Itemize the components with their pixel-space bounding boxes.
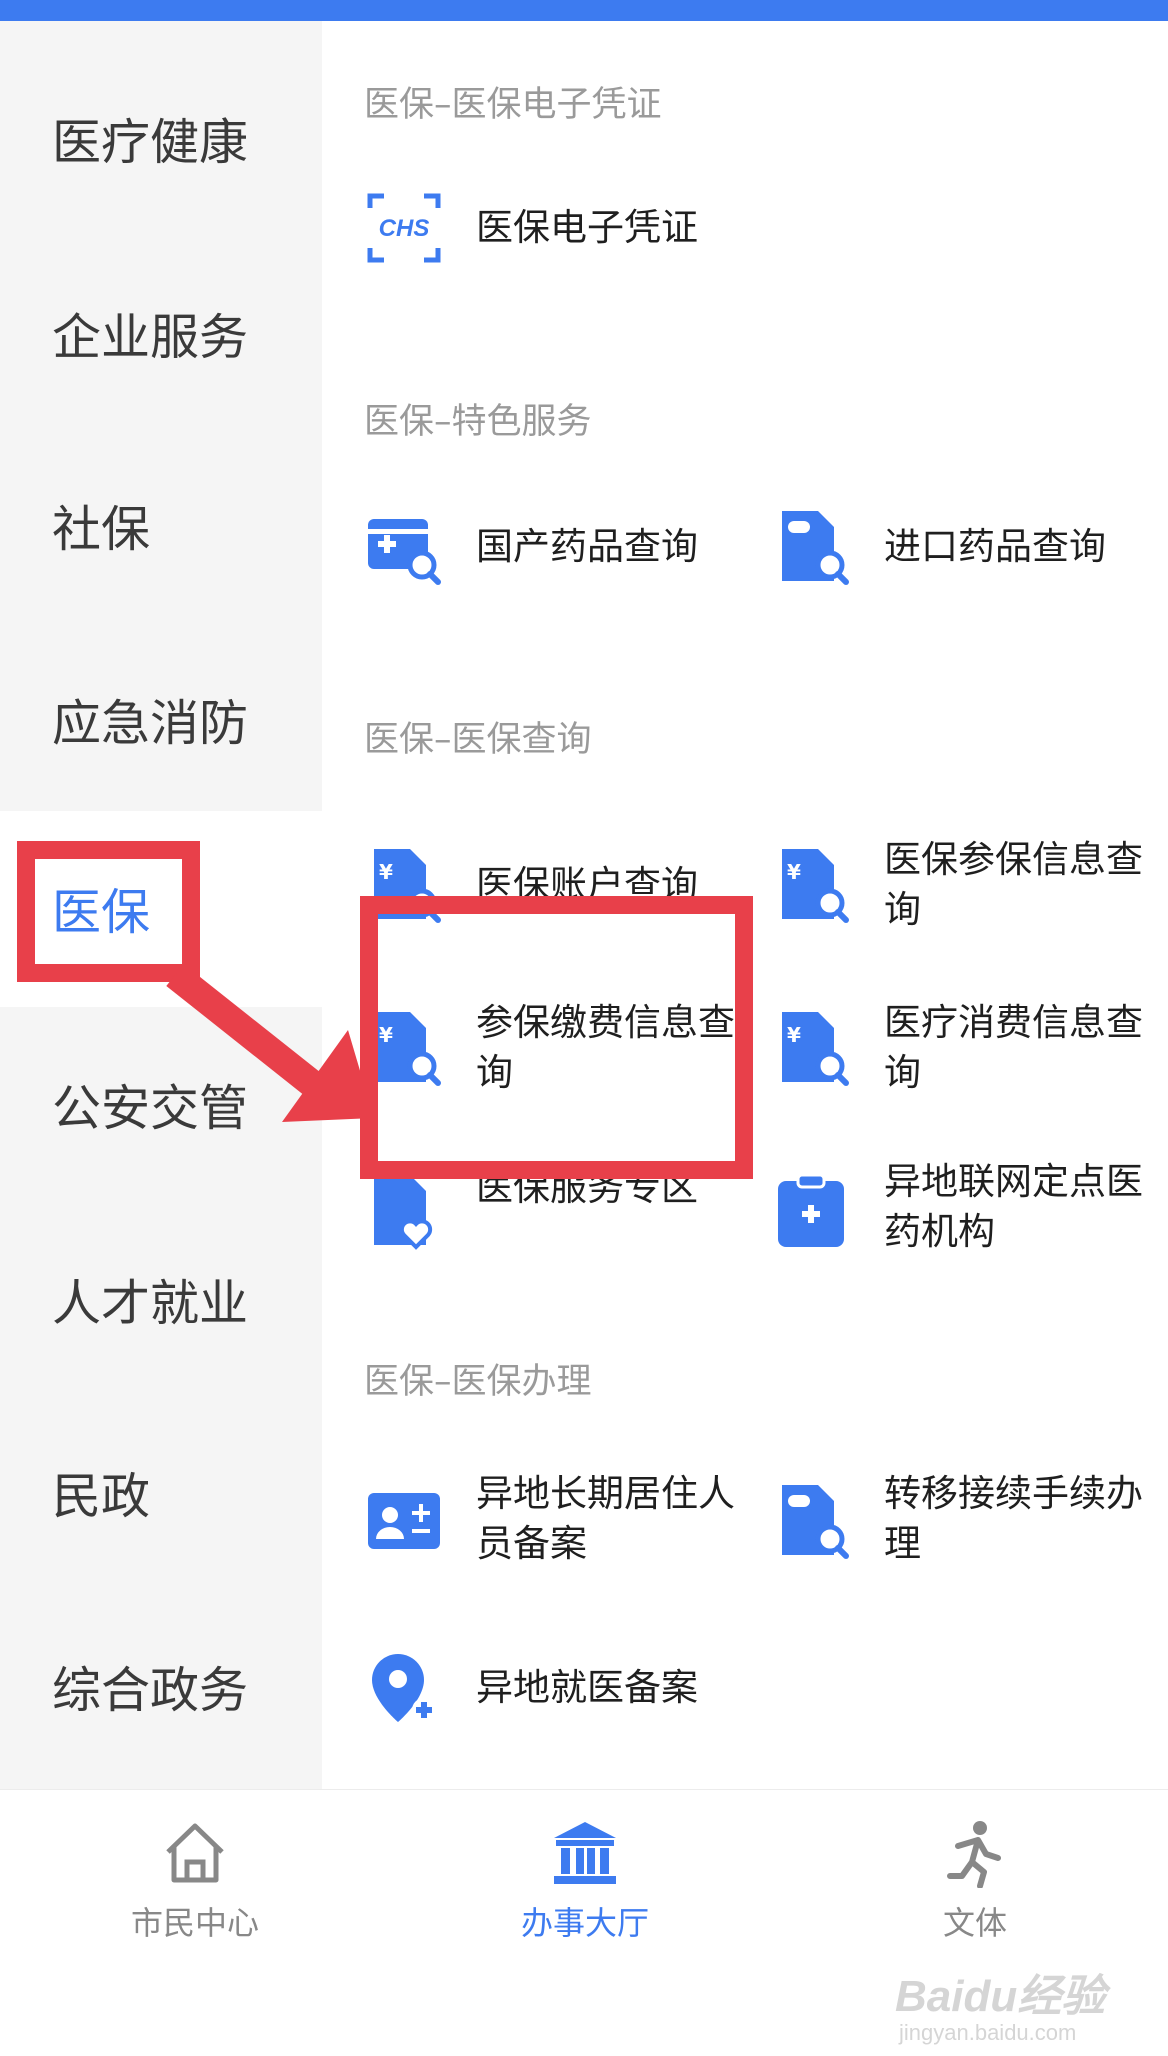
sidebar-active-background	[0, 811, 322, 1007]
service-item-consumption-info-query[interactable]: ¥ 医疗消费信息查 询	[772, 1001, 1162, 1108]
service-label: 进口药品查询	[884, 525, 1106, 568]
yuan-document-search-icon: ¥	[782, 849, 849, 923]
service-label: 医保服务专区	[476, 1166, 698, 1209]
service-label: 医保账户查询	[476, 863, 698, 906]
svg-text:¥: ¥	[379, 1023, 393, 1047]
tab-label: 文体	[942, 1904, 1007, 1942]
service-label: 医保参保信息查 询	[884, 838, 1143, 931]
baidu-jingyan-watermark: Baidu经验 jingyan.baidu.com	[895, 1960, 1105, 2046]
home-icon	[166, 1823, 224, 1883]
sidebar-item-medical-insurance[interactable]: 医保	[52, 873, 150, 944]
pill-document-search-icon	[782, 1485, 849, 1559]
yuan-document-search-icon: ¥	[374, 849, 441, 923]
medical-clipboard-icon	[778, 1173, 844, 1247]
svg-text:CHS: CHS	[379, 215, 430, 242]
chs-card-icon: CHS	[367, 193, 441, 263]
service-item-remote-network-institutions[interactable]: 异地联网定点医 药机构	[772, 1160, 1162, 1271]
section-title: 医保–特色服务	[364, 402, 592, 442]
runner-icon	[947, 1821, 1001, 1888]
service-item-medical-e-voucher[interactable]: CHS 医保电子凭证	[364, 188, 724, 278]
location-add-icon	[372, 1654, 436, 1722]
section-title: 医保–医保办理	[364, 1362, 592, 1402]
service-content: 医保–医保电子凭证 CHS 医保电子凭证 医保–特色服务 国产药品查询 进口药品…	[322, 21, 1168, 1789]
service-label: 异地联网定点医 药机构	[884, 1160, 1143, 1253]
sidebar-item-civil-affairs[interactable]: 民政	[52, 1457, 150, 1528]
sidebar-item-public-security-traffic[interactable]: 公安交管	[52, 1069, 248, 1140]
sidebar-item-enterprise-services[interactable]: 企业服务	[52, 298, 248, 369]
service-label: 医疗消费信息查 询	[884, 1001, 1143, 1094]
svg-text:¥: ¥	[379, 860, 393, 884]
service-item-transfer-procedures[interactable]: 转移接续手续办 理	[772, 1472, 1162, 1581]
sidebar-item-government-affairs[interactable]: 综合政务	[52, 1651, 248, 1722]
service-item-imported-drug-query[interactable]: 进口药品查询	[772, 507, 1152, 597]
service-item-domestic-drug-query[interactable]: 国产药品查询	[364, 507, 724, 597]
svg-text:¥: ¥	[787, 860, 801, 884]
section-title: 医保–医保电子凭证	[364, 85, 662, 125]
hall-building-icon	[554, 1822, 616, 1884]
service-label: 医保电子凭证	[476, 206, 698, 249]
heart-document-icon	[374, 1175, 433, 1250]
service-item-payment-info-query[interactable]: ¥ 参保缴费信息查 询	[364, 1001, 754, 1108]
pill-document-search-icon	[782, 511, 849, 585]
tab-culture-sports[interactable]: 文体	[875, 1790, 1075, 1960]
yuan-document-search-icon: ¥	[374, 1012, 441, 1086]
section-title: 医保–医保查询	[364, 720, 592, 760]
id-card-icon	[368, 1493, 440, 1549]
service-label: 异地就医备案	[476, 1666, 698, 1709]
yuan-document-search-icon: ¥	[782, 1012, 849, 1086]
service-label: 异地长期居住人 员备案	[476, 1472, 735, 1565]
service-item-remote-medical-filing[interactable]: 异地就医备案	[364, 1648, 724, 1738]
tab-label: 办事大厅	[520, 1904, 649, 1942]
sidebar-item-social-security[interactable]: 社保	[52, 490, 150, 561]
sidebar-item-medical-health[interactable]: 医疗健康	[52, 103, 248, 174]
sidebar-item-emergency-fire[interactable]: 应急消防	[52, 684, 248, 755]
service-label: 转移接续手续办 理	[884, 1472, 1143, 1565]
tab-service-hall[interactable]: 办事大厅	[485, 1790, 685, 1960]
service-label: 参保缴费信息查 询	[476, 1001, 735, 1094]
service-item-account-query[interactable]: ¥ 医保账户查询	[364, 845, 724, 935]
tab-label: 市民中心	[130, 1904, 259, 1942]
sidebar-item-talent-employment[interactable]: 人才就业	[52, 1264, 248, 1335]
medicine-box-search-icon	[368, 519, 441, 585]
svg-text:¥: ¥	[787, 1023, 801, 1047]
category-sidebar: 医疗健康 企业服务 社保 应急消防 医保 公安交管 人才就业 民政 综合政务	[0, 21, 322, 1789]
top-status-bar	[0, 0, 1168, 21]
tab-citizen-center[interactable]: 市民中心	[95, 1790, 295, 1960]
service-item-service-zone[interactable]: 医保服务专区	[364, 1166, 724, 1261]
watermark-url: jingyan.baidu.com	[899, 2020, 1077, 2045]
watermark-brand: Baidu经验	[895, 1972, 1106, 2021]
service-item-enrollment-info-query[interactable]: ¥ 医保参保信息查 询	[772, 838, 1162, 945]
service-label: 国产药品查询	[476, 525, 698, 568]
service-item-long-term-residence-filing[interactable]: 异地长期居住人 员备案	[364, 1472, 754, 1581]
